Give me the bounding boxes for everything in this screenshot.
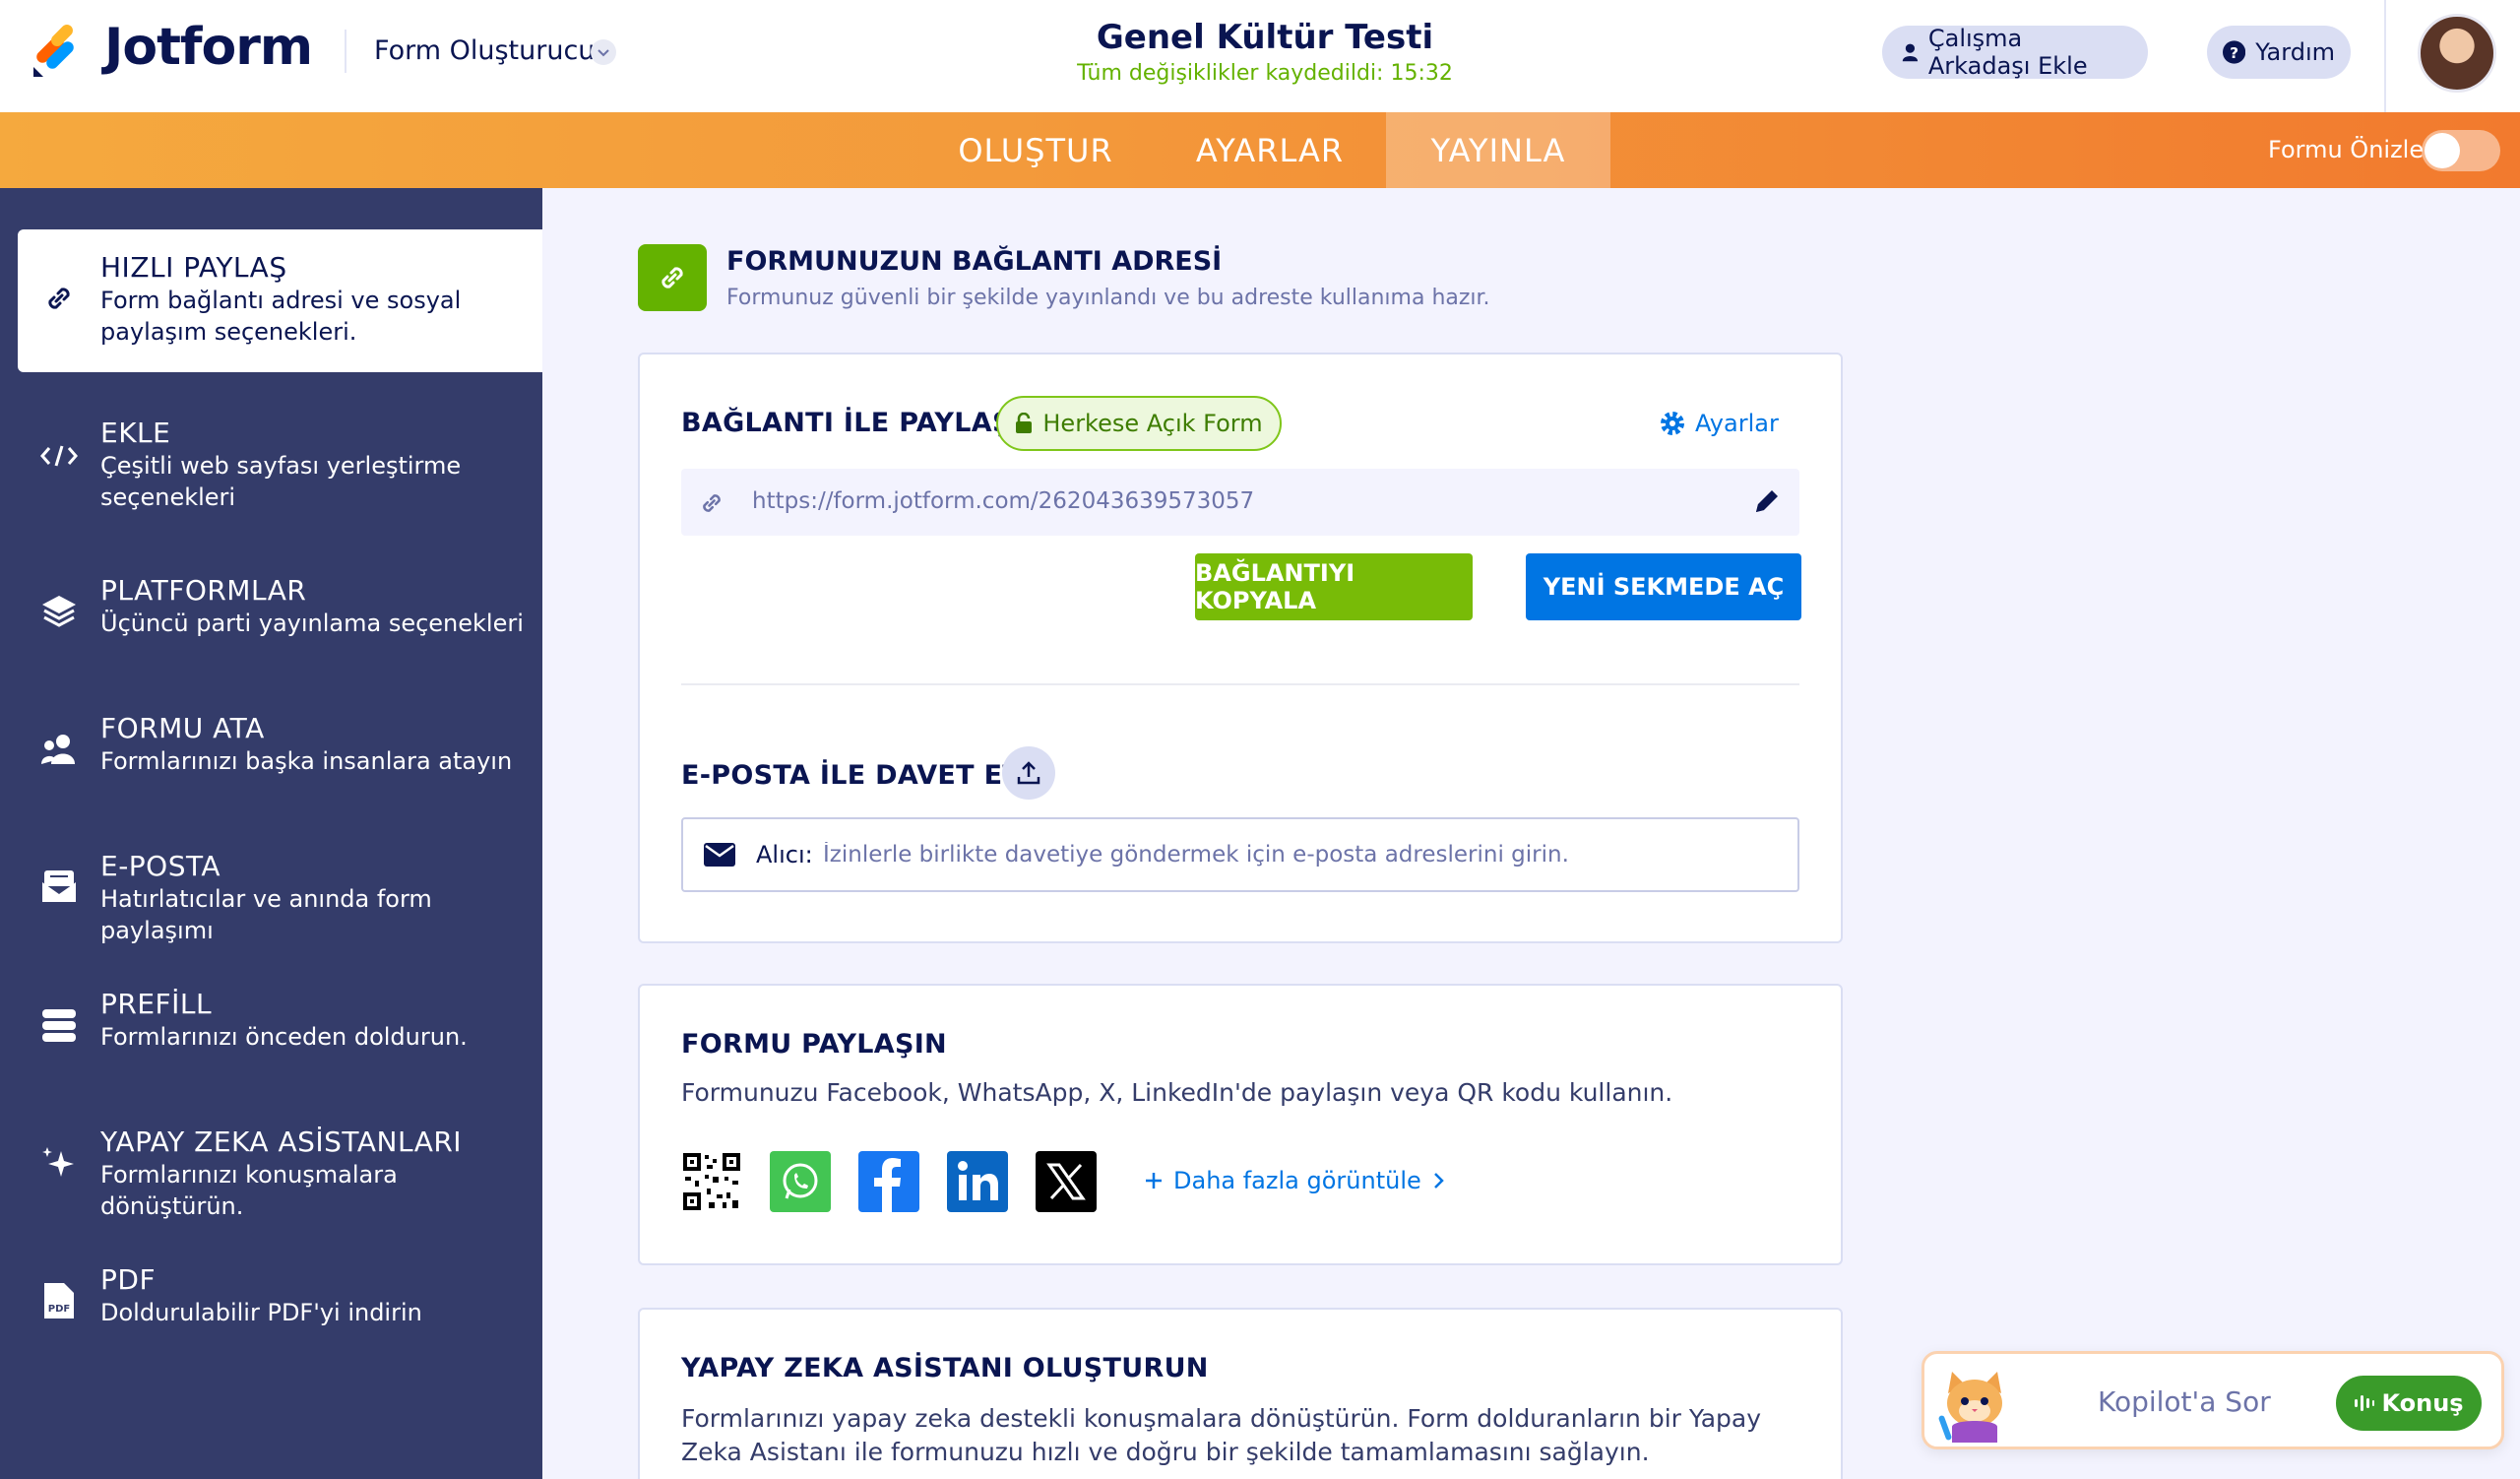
sidebar-item-prefill[interactable]: PREFİLL Formlarınızı önceden doldurun. bbox=[18, 984, 542, 1082]
voice-icon bbox=[2355, 1395, 2375, 1411]
header-divider-right bbox=[2384, 0, 2386, 112]
sidebar-item-platforms[interactable]: PLATFORMLAR Üçüncü parti yayınlama seçen… bbox=[18, 570, 542, 669]
sidebar-item-title: PREFİLL bbox=[100, 988, 213, 1020]
whatsapp-icon[interactable] bbox=[770, 1151, 831, 1212]
show-more-link[interactable]: Daha fazla görüntüle bbox=[1144, 1167, 1445, 1194]
plus-icon bbox=[1146, 1173, 1162, 1189]
prefill-icon bbox=[39, 1005, 79, 1045]
copy-link-button[interactable]: BAĞLANTIYI KOPYALA bbox=[1195, 553, 1473, 620]
sidebar-item-quick-share[interactable]: HIZLI PAYLAŞ Form bağlantı adresi ve sos… bbox=[18, 229, 542, 372]
cat-mascot-icon bbox=[1938, 1372, 2002, 1443]
sidebar-item-assign[interactable]: FORMU ATA Formlarınızı başka insanlara a… bbox=[18, 708, 542, 806]
sidebar-item-desc: Formlarınızı başka insanlara atayın bbox=[100, 747, 513, 775]
recipient-field: Alıcı: bbox=[681, 817, 1799, 892]
sidebar-item-embed[interactable]: EKLE Çeşitli web sayfası yerleştirme seç… bbox=[18, 403, 542, 521]
copilot-prompt[interactable]: Kopilot'a Sor bbox=[2098, 1385, 2271, 1418]
open-new-tab-button[interactable]: YENİ SEKMEDE AÇ bbox=[1526, 553, 1801, 620]
sidebar-item-title: E-POSTA bbox=[100, 850, 221, 882]
preview-toggle[interactable] bbox=[2422, 130, 2500, 171]
share-form-desc: Formunuzu Facebook, WhatsApp, X, LinkedI… bbox=[681, 1078, 1673, 1107]
upload-contacts-button[interactable] bbox=[1002, 746, 1055, 800]
sidebar-item-title: PDF bbox=[100, 1263, 157, 1296]
form-url-text[interactable]: https://form.jotform.com/262043639573057 bbox=[752, 488, 1254, 514]
copilot-widget[interactable]: Kopilot'a Sor Konuş bbox=[1922, 1351, 2504, 1449]
facebook-icon[interactable] bbox=[858, 1151, 919, 1212]
recipient-label: Alıcı: bbox=[756, 841, 813, 868]
talk-button[interactable]: Konuş bbox=[2336, 1376, 2482, 1431]
form-url-field[interactable]: https://form.jotform.com/262043639573057 bbox=[681, 469, 1799, 536]
layers-icon bbox=[39, 592, 79, 631]
users-icon bbox=[39, 730, 79, 769]
sidebar-item-email[interactable]: E-POSTA Hatırlatıcılar ve anında form pa… bbox=[18, 846, 542, 944]
section-title: FORMUNUZUN BAĞLANTI ADRESİ bbox=[726, 246, 1223, 277]
preview-label: Formu Önizle bbox=[2268, 136, 2425, 163]
email-invite-heading: E-POSTA İLE DAVET ET bbox=[681, 760, 1022, 791]
share-form-heading: FORMU PAYLAŞIN bbox=[681, 1029, 947, 1060]
share-link-heading: BAĞLANTI İLE PAYLAŞ bbox=[681, 408, 1012, 438]
ai-agent-desc: Formlarınızı yapay zeka destekli konuşma… bbox=[681, 1404, 1762, 1466]
lock-icon bbox=[1016, 413, 1033, 433]
sidebar-item-desc: Doldurulabilir PDF'yi indirin bbox=[100, 1299, 422, 1326]
help-icon: ? bbox=[2223, 40, 2246, 64]
publish-sidebar: HIZLI PAYLAŞ Form bağlantı adresi ve sos… bbox=[0, 188, 542, 1479]
tab-yayinla[interactable]: YAYINLA bbox=[1386, 112, 1610, 188]
help-button[interactable]: ? Yardım bbox=[2207, 26, 2351, 79]
svg-text:PDF: PDF bbox=[48, 1304, 70, 1315]
user-icon bbox=[1902, 43, 1919, 62]
sidebar-item-ai-assistants[interactable]: YAPAY ZEKA ASİSTANLARI Formlarınızı konu… bbox=[18, 1122, 542, 1220]
sidebar-item-pdf[interactable]: PDF PDF Doldurulabilir PDF'yi indirin bbox=[18, 1259, 542, 1358]
linkedin-icon[interactable] bbox=[947, 1151, 1008, 1212]
chevron-right-icon bbox=[1433, 1173, 1444, 1189]
gear-icon bbox=[1661, 412, 1684, 435]
toggle-knob bbox=[2425, 133, 2460, 168]
sidebar-item-title: EKLE bbox=[100, 417, 171, 449]
section-subtitle: Formunuz güvenli bir şekilde yayınlandı … bbox=[726, 286, 1490, 310]
pdf-icon: PDF bbox=[39, 1281, 79, 1320]
public-form-label: Herkese Açık Form bbox=[1042, 410, 1263, 437]
x-icon[interactable] bbox=[1036, 1151, 1097, 1212]
sidebar-item-title: YAPAY ZEKA ASİSTANLARI bbox=[100, 1125, 463, 1158]
sidebar-item-desc: Üçüncü parti yayınlama seçenekleri bbox=[100, 610, 524, 637]
pencil-icon[interactable] bbox=[1750, 484, 1784, 518]
sidebar-item-desc: Çeşitli web sayfası yerleştirme seçenekl… bbox=[100, 452, 462, 511]
tab-ayarlar[interactable]: AYARLAR bbox=[1181, 112, 1358, 188]
recipient-email-input[interactable] bbox=[823, 829, 1768, 880]
share-link-card: BAĞLANTI İLE PAYLAŞ Herkese Açık Form Ay… bbox=[638, 353, 1843, 943]
top-header: Jotform Form Oluşturucu Genel Kültür Tes… bbox=[0, 0, 2520, 112]
public-form-badge[interactable]: Herkese Açık Form bbox=[996, 396, 1282, 451]
add-collaborator-label: Çalışma Arkadaşı Ekle bbox=[1927, 25, 2088, 80]
add-collaborator-button[interactable]: Çalışma Arkadaşı Ekle bbox=[1882, 25, 2148, 80]
qr-code-icon[interactable] bbox=[681, 1151, 742, 1212]
link-section-icon bbox=[638, 244, 707, 311]
show-more-label: Daha fazla görüntüle bbox=[1173, 1167, 1421, 1194]
sidebar-item-title: HIZLI PAYLAŞ bbox=[100, 251, 287, 284]
link-icon bbox=[703, 494, 721, 512]
link-settings-button[interactable]: Ayarlar bbox=[1660, 410, 1779, 437]
mail-icon bbox=[39, 868, 79, 907]
sidebar-item-title: PLATFORMLAR bbox=[100, 574, 307, 607]
link-icon bbox=[39, 279, 79, 318]
link-settings-label: Ayarlar bbox=[1695, 410, 1779, 437]
sidebar-item-desc: Form bağlantı adresi ve sosyal paylaşım … bbox=[100, 287, 462, 346]
user-avatar[interactable] bbox=[2418, 14, 2496, 93]
tab-olustur[interactable]: OLUŞTUR bbox=[947, 112, 1124, 188]
publish-navbar: OLUŞTUR AYARLAR YAYINLA Formu Önizle bbox=[0, 112, 2520, 188]
talk-label: Konuş bbox=[2381, 1389, 2464, 1417]
sparkle-icon bbox=[39, 1143, 79, 1183]
upload-icon bbox=[1017, 761, 1040, 785]
sidebar-item-desc: Formlarınızı konuşmalara dönüştürün. bbox=[100, 1161, 398, 1220]
envelope-icon bbox=[704, 843, 735, 867]
sidebar-item-desc: Formlarınızı önceden doldurun. bbox=[100, 1023, 468, 1051]
sidebar-item-desc: Hatırlatıcılar ve anında form paylaşımı bbox=[100, 885, 432, 944]
card-divider bbox=[681, 683, 1799, 685]
svg-text:?: ? bbox=[2230, 44, 2238, 62]
code-icon bbox=[39, 436, 79, 476]
share-form-card: FORMU PAYLAŞIN Formunuzu Facebook, Whats… bbox=[638, 984, 1843, 1265]
help-label: Yardım bbox=[2255, 38, 2335, 66]
ai-agent-heading: YAPAY ZEKA ASİSTANI OLUŞTURUN bbox=[681, 1353, 1209, 1383]
sidebar-item-title: FORMU ATA bbox=[100, 712, 265, 744]
ai-agent-card: YAPAY ZEKA ASİSTANI OLUŞTURUN Formlarını… bbox=[638, 1308, 1843, 1479]
